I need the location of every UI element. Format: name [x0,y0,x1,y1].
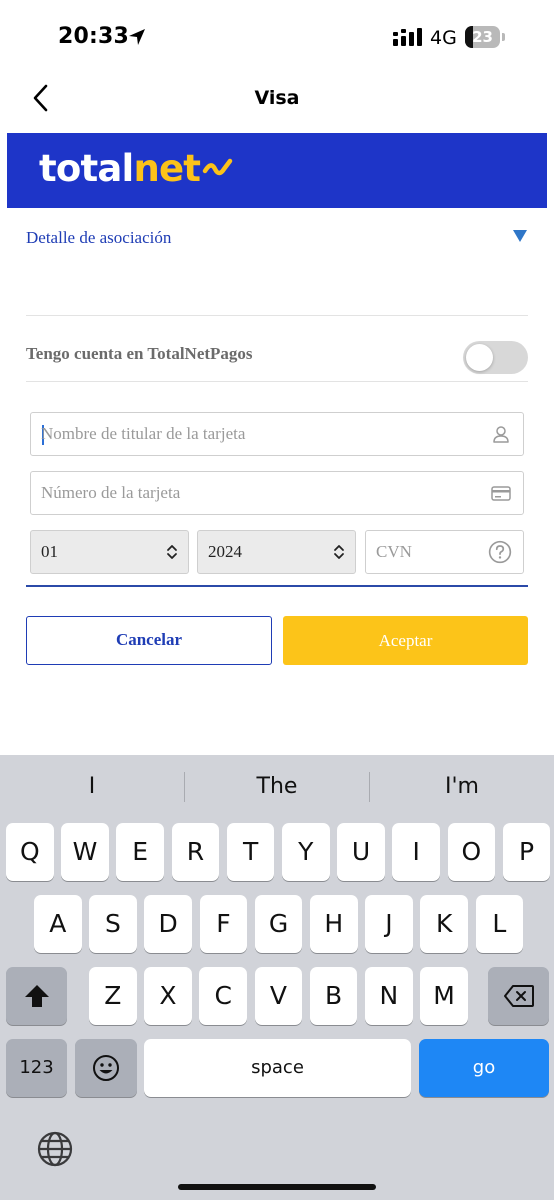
association-label: Detalle de asociación [26,228,172,247]
cancel-button[interactable]: Cancelar [26,616,272,665]
cvn-field[interactable] [365,530,524,574]
key-c[interactable]: C [199,967,247,1025]
account-toggle-row: Tengo cuenta en TotalNetPagos [26,338,528,378]
cardholder-input[interactable] [41,413,483,455]
suggestion-1[interactable]: I [0,755,184,817]
divider [26,381,528,382]
key-z[interactable]: Z [89,967,137,1025]
battery-level: 23 [472,28,493,46]
key-p[interactable]: P [502,823,551,881]
triangle-down-icon [513,230,527,242]
user-icon [493,426,509,443]
keyboard-suggestions: I The I'm [0,755,554,817]
credit-card-icon [491,486,511,501]
logo-wave-icon [202,158,233,175]
battery-icon: 23 [465,26,505,48]
key-a[interactable]: A [34,895,82,953]
navigation-bar: Visa [0,76,554,132]
card-number-input[interactable] [41,472,483,514]
key-y[interactable]: Y [282,823,330,881]
key-b[interactable]: B [309,967,358,1025]
shift-arrow-icon [24,985,49,1007]
key-v[interactable]: V [254,967,303,1025]
location-arrow-icon [129,29,145,45]
key-h[interactable]: H [310,895,358,953]
card-number-field[interactable] [30,471,524,515]
key-d[interactable]: D [144,895,192,953]
question-circle-icon[interactable] [488,540,512,564]
expiry-year-value: 2024 [208,542,242,561]
key-k[interactable]: K [420,895,468,953]
expiry-month-value: 01 [41,542,58,561]
account-toggle-switch[interactable] [463,341,528,374]
association-detail-toggle[interactable]: Detalle de asociación [26,226,530,252]
key-l[interactable]: L [475,895,524,953]
numbers-key[interactable]: 123 [6,1039,67,1097]
divider [26,315,528,316]
key-s[interactable]: S [89,895,137,953]
totalnet-logo: totalnet [39,147,234,191]
status-bar: 20:33 4G 23 [0,0,554,76]
accept-button[interactable]: Aceptar [283,616,528,665]
key-f[interactable]: F [199,895,248,953]
key-t[interactable]: T [226,823,275,881]
on-screen-keyboard: I The I'm QWERTYUIOPASDFGHJKLZXCVBNM 123… [0,755,554,1200]
go-key[interactable]: go [419,1039,549,1097]
space-key[interactable]: space [144,1039,411,1097]
shift-key[interactable] [6,967,67,1025]
key-j[interactable]: J [365,895,413,953]
home-indicator [178,1184,376,1190]
key-r[interactable]: R [171,823,220,881]
form-underline [26,585,528,587]
key-w[interactable]: W [61,823,109,881]
chevron-up-down-icon [334,545,344,559]
cvn-input[interactable] [376,531,483,573]
status-time: 20:33 [58,24,130,49]
key-m[interactable]: M [420,967,468,1025]
key-x[interactable]: X [144,967,192,1025]
backspace-key[interactable] [488,967,549,1025]
backspace-icon [503,985,534,1007]
chevron-up-down-icon [167,545,177,559]
emoji-key[interactable] [75,1039,137,1097]
globe-icon[interactable] [37,1131,73,1167]
expiry-month-select[interactable]: 01 [30,530,189,574]
page-title: Visa [254,87,300,109]
account-toggle-label: Tengo cuenta en TotalNetPagos [26,344,253,363]
suggestion-3[interactable]: I'm [370,755,554,817]
key-u[interactable]: U [337,823,385,881]
suggestion-2[interactable]: The [185,755,369,817]
brand-banner: totalnet [7,133,547,208]
cardholder-field[interactable] [30,412,524,456]
key-i[interactable]: I [392,823,440,881]
key-q[interactable]: Q [6,823,54,881]
switch-knob [466,344,493,371]
key-n[interactable]: N [365,967,413,1025]
key-g[interactable]: G [254,895,303,953]
key-e[interactable]: E [116,823,164,881]
key-o[interactable]: O [447,823,496,881]
expiry-year-select[interactable]: 2024 [197,530,356,574]
cellular-signal-icon [393,28,422,46]
emoji-icon [93,1055,119,1081]
network-type: 4G [430,27,457,49]
